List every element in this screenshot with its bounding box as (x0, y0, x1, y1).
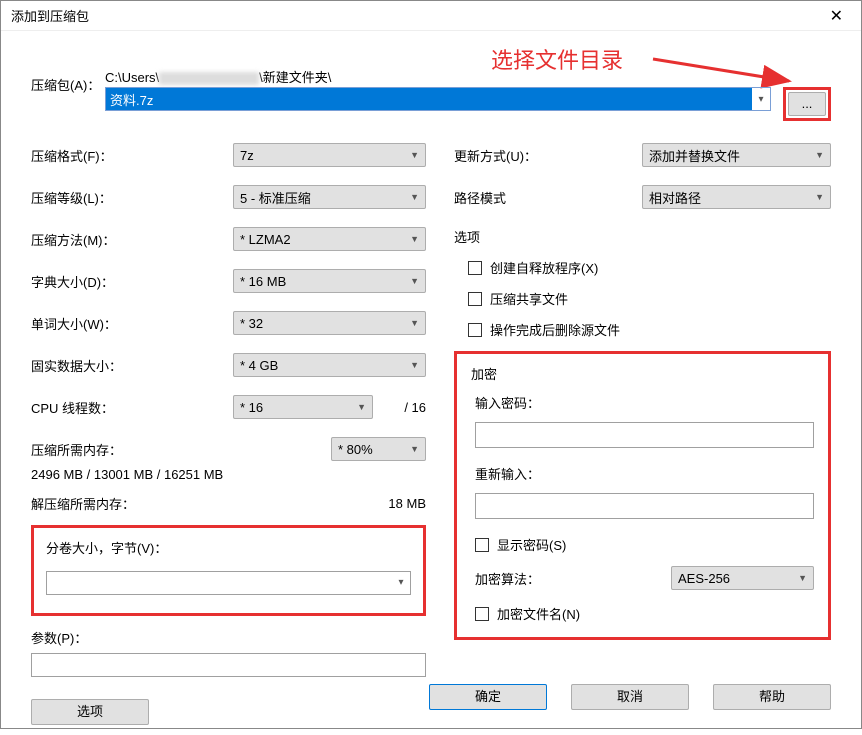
chevron-down-icon: ▼ (357, 402, 366, 412)
chevron-down-icon: ▼ (410, 360, 419, 370)
chevron-down-icon: ▼ (815, 192, 824, 202)
enc-method-combo[interactable]: AES-256▼ (671, 566, 814, 590)
chevron-down-icon: ▼ (410, 150, 419, 160)
window-title: 添加到压缩包 (11, 6, 89, 25)
archive-name-value: 资料.7z (106, 88, 752, 110)
volume-highlight: 分卷大小，字节(V)： ▾ (31, 525, 426, 616)
chevron-down-icon: ▾ (392, 572, 410, 594)
show-password-label: 显示密码(S) (497, 535, 566, 554)
password-input[interactable] (475, 422, 814, 448)
delete-checkbox[interactable] (468, 323, 482, 337)
shared-label: 压缩共享文件 (490, 289, 568, 308)
chevron-down-icon: ▼ (410, 192, 419, 202)
dict-label: 字典大小(D)： (31, 272, 233, 291)
chevron-down-icon: ▼ (798, 573, 807, 583)
solid-label: 固实数据大小： (31, 356, 233, 375)
params-input[interactable] (31, 653, 426, 677)
level-combo[interactable]: 5 - 标准压缩▼ (233, 185, 426, 209)
solid-combo[interactable]: * 4 GB▼ (233, 353, 426, 377)
mem-compress-combo[interactable]: * 80%▼ (331, 437, 426, 461)
password-reenter-input[interactable] (475, 493, 814, 519)
volume-label: 分卷大小，字节(V)： (46, 538, 411, 557)
format-label: 压缩格式(F)： (31, 146, 233, 165)
volume-combo[interactable]: ▾ (46, 571, 411, 595)
dict-combo[interactable]: * 16 MB▼ (233, 269, 426, 293)
pathmode-combo[interactable]: 相对路径▼ (642, 185, 831, 209)
threads-label: CPU 线程数： (31, 398, 233, 417)
show-password-checkbox[interactable] (475, 538, 489, 552)
encrypt-names-label: 加密文件名(N) (497, 604, 580, 623)
reenter-password-label: 重新输入： (475, 464, 814, 483)
enc-method-label: 加密算法： (475, 569, 671, 588)
mem-decompress-value: 18 MB (388, 496, 426, 511)
chevron-down-icon: ▼ (815, 150, 824, 160)
archive-label: 压缩包(A)： (31, 67, 105, 94)
mem-compress-label: 压缩所需内存： (31, 440, 331, 459)
encryption-highlight: 加密 输入密码： 重新输入： 显示密码(S) 加密算法： AES-256▼ (454, 351, 831, 640)
encrypt-names-checkbox[interactable] (475, 607, 489, 621)
threads-max: / 16 (381, 400, 426, 415)
pathmode-label: 路径模式 (454, 188, 642, 207)
browse-highlight: ... (783, 87, 831, 121)
dialog-window: 添加到压缩包 ✕ 选择文件目录 压缩包(A)： C:\Users\\新建文件夹\… (0, 0, 862, 729)
shared-checkbox[interactable] (468, 292, 482, 306)
word-label: 单词大小(W)： (31, 314, 233, 333)
chevron-down-icon: ▼ (410, 444, 419, 454)
browse-button[interactable]: ... (788, 92, 826, 116)
options-button[interactable]: 选项 (31, 699, 149, 725)
update-label: 更新方式(U)： (454, 146, 642, 165)
options-group-label: 选项 (454, 227, 831, 246)
chevron-down-icon: ▾ (752, 94, 770, 105)
method-combo[interactable]: * LZMA2▼ (233, 227, 426, 251)
level-label: 压缩等级(L)： (31, 188, 233, 207)
encryption-group-label: 加密 (471, 364, 814, 383)
archive-name-combo[interactable]: 资料.7z ▾ (105, 87, 771, 111)
word-combo[interactable]: * 32▼ (233, 311, 426, 335)
format-combo[interactable]: 7z▼ (233, 143, 426, 167)
cancel-button[interactable]: 取消 (571, 684, 689, 710)
delete-label: 操作完成后删除源文件 (490, 320, 620, 339)
enter-password-label: 输入密码： (475, 393, 814, 412)
help-button[interactable]: 帮助 (713, 684, 831, 710)
chevron-down-icon: ▼ (410, 276, 419, 286)
sfx-label: 创建自释放程序(X) (490, 258, 598, 277)
chevron-down-icon: ▼ (410, 318, 419, 328)
chevron-down-icon: ▼ (410, 234, 419, 244)
mem-compress-value: 2496 MB / 13001 MB / 16251 MB (31, 467, 426, 482)
method-label: 压缩方法(M)： (31, 230, 233, 249)
mem-decompress-label: 解压缩所需内存： (31, 494, 135, 513)
update-combo[interactable]: 添加并替换文件▼ (642, 143, 831, 167)
ok-button[interactable]: 确定 (429, 684, 547, 710)
archive-path: C:\Users\\新建文件夹\ (105, 67, 831, 86)
sfx-checkbox[interactable] (468, 261, 482, 275)
titlebar: 添加到压缩包 ✕ (1, 1, 861, 31)
threads-combo[interactable]: * 16▼ (233, 395, 373, 419)
params-label: 参数(P)： (31, 628, 426, 647)
close-icon[interactable]: ✕ (820, 4, 853, 28)
